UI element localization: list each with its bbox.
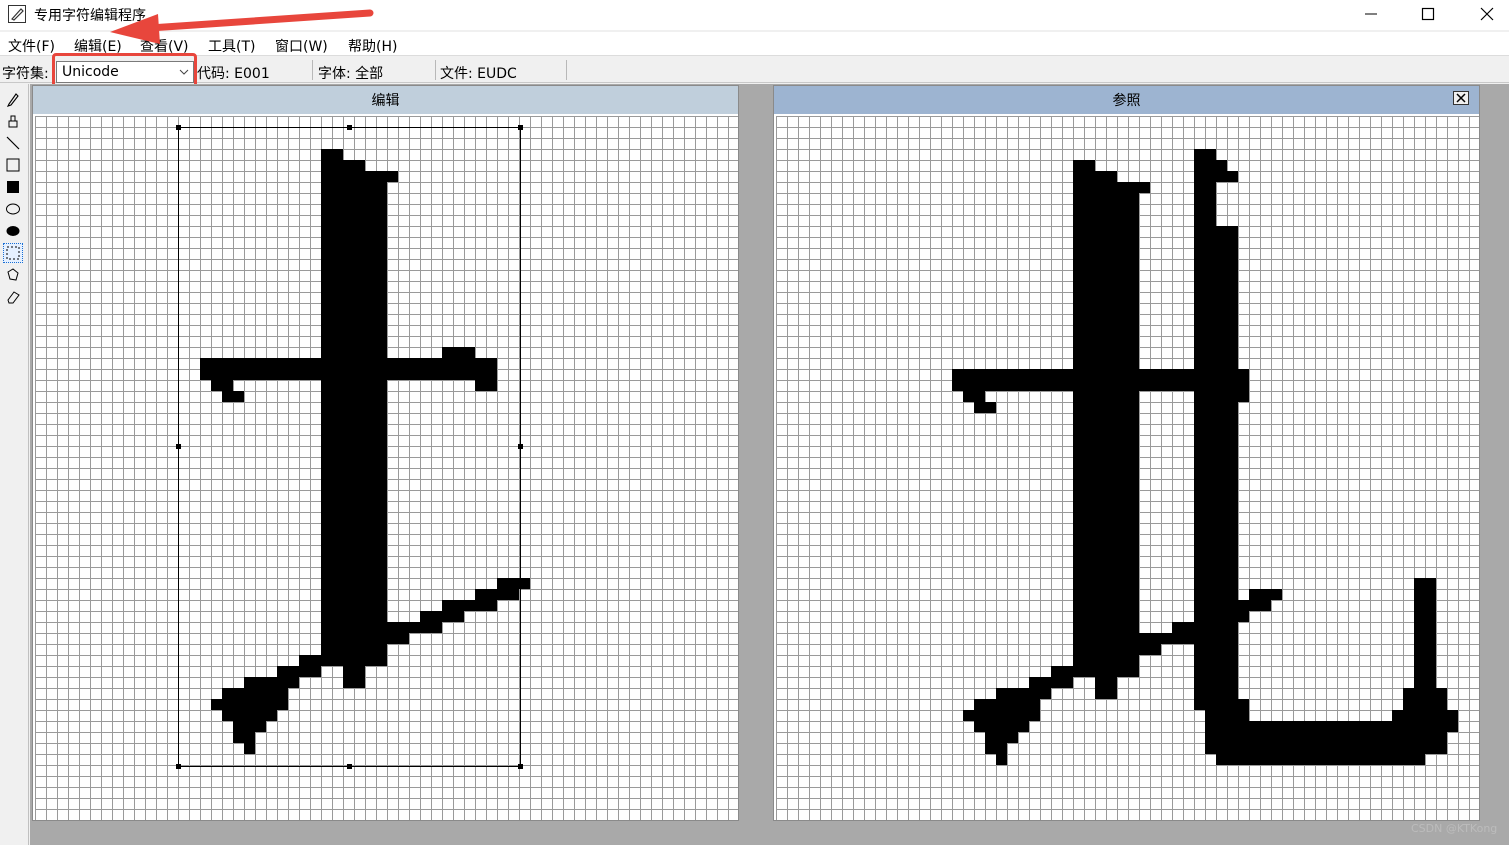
filled-rectangle-icon: [7, 181, 19, 193]
reference-panel-close-button[interactable]: [1453, 91, 1469, 105]
file-label: 文件: EUDC: [440, 66, 517, 82]
toolbox: [0, 84, 29, 845]
reference-grid: [776, 116, 1479, 820]
edit-panel: 编辑: [32, 85, 739, 821]
info-separator: [435, 60, 436, 80]
tool-filled-ellipse[interactable]: [3, 221, 23, 241]
pencil-icon: [6, 93, 19, 107]
line-icon: [6, 136, 20, 150]
chevron-down-icon: [179, 69, 189, 75]
minimize-icon: [1365, 13, 1377, 15]
menu-view[interactable]: 查看(V): [140, 36, 189, 56]
tool-pencil[interactable]: [3, 89, 23, 109]
filled-ellipse-icon: [6, 226, 20, 236]
window-title: 专用字符编辑程序: [34, 8, 146, 24]
brush-icon: [8, 115, 18, 128]
freeform-select-icon: [7, 268, 19, 281]
menu-edit[interactable]: 编辑(E): [74, 36, 122, 56]
menu-help[interactable]: 帮助(H): [348, 36, 397, 56]
tool-brush[interactable]: [3, 111, 23, 131]
charset-label: 字符集:: [2, 66, 49, 82]
reference-panel: 参照: [773, 85, 1480, 821]
menu-tools[interactable]: 工具(T): [208, 36, 255, 56]
minimize-button[interactable]: [1342, 0, 1400, 28]
info-separator: [566, 60, 567, 80]
tool-hollow-ellipse[interactable]: [3, 199, 23, 219]
app-icon: [8, 5, 26, 23]
menu-file[interactable]: 文件(F): [8, 36, 55, 56]
maximize-button[interactable]: [1399, 0, 1457, 28]
tool-eraser[interactable]: [3, 287, 23, 307]
watermark: CSDN @KTKong: [1411, 822, 1498, 835]
charset-value: Unicode: [62, 64, 119, 80]
code-label: 代码: E001: [197, 66, 270, 82]
eraser-icon: [7, 291, 20, 304]
font-label: 字体: 全部: [318, 66, 384, 82]
charset-select[interactable]: Unicode: [56, 61, 194, 83]
rectangle-select-icon: [6, 246, 20, 260]
menu-bar: 文件(F) 编辑(E) 查看(V) 工具(T) 窗口(W) 帮助(H): [0, 32, 1509, 56]
title-bar: 专用字符编辑程序: [0, 0, 1509, 30]
tool-line[interactable]: [3, 133, 23, 153]
close-button[interactable]: [1458, 0, 1509, 28]
reference-panel-title: 参照: [774, 86, 1479, 114]
info-separator: [312, 60, 313, 80]
hollow-rectangle-icon: [6, 158, 20, 172]
maximize-icon: [1421, 7, 1435, 21]
tool-rectangle-select[interactable]: [3, 243, 23, 263]
edit-grid[interactable]: [35, 116, 738, 820]
edit-panel-title: 编辑: [33, 86, 738, 114]
info-bar: 字符集: Unicode 代码: E001 字体: 全部 文件: EUDC: [0, 59, 1509, 83]
menu-window[interactable]: 窗口(W): [275, 36, 328, 56]
close-icon: [1480, 7, 1494, 21]
tool-filled-rectangle[interactable]: [3, 177, 23, 197]
tool-hollow-rectangle[interactable]: [3, 155, 23, 175]
tool-freeform-select[interactable]: [3, 265, 23, 285]
hollow-ellipse-icon: [6, 203, 20, 215]
close-icon: [1456, 93, 1466, 103]
